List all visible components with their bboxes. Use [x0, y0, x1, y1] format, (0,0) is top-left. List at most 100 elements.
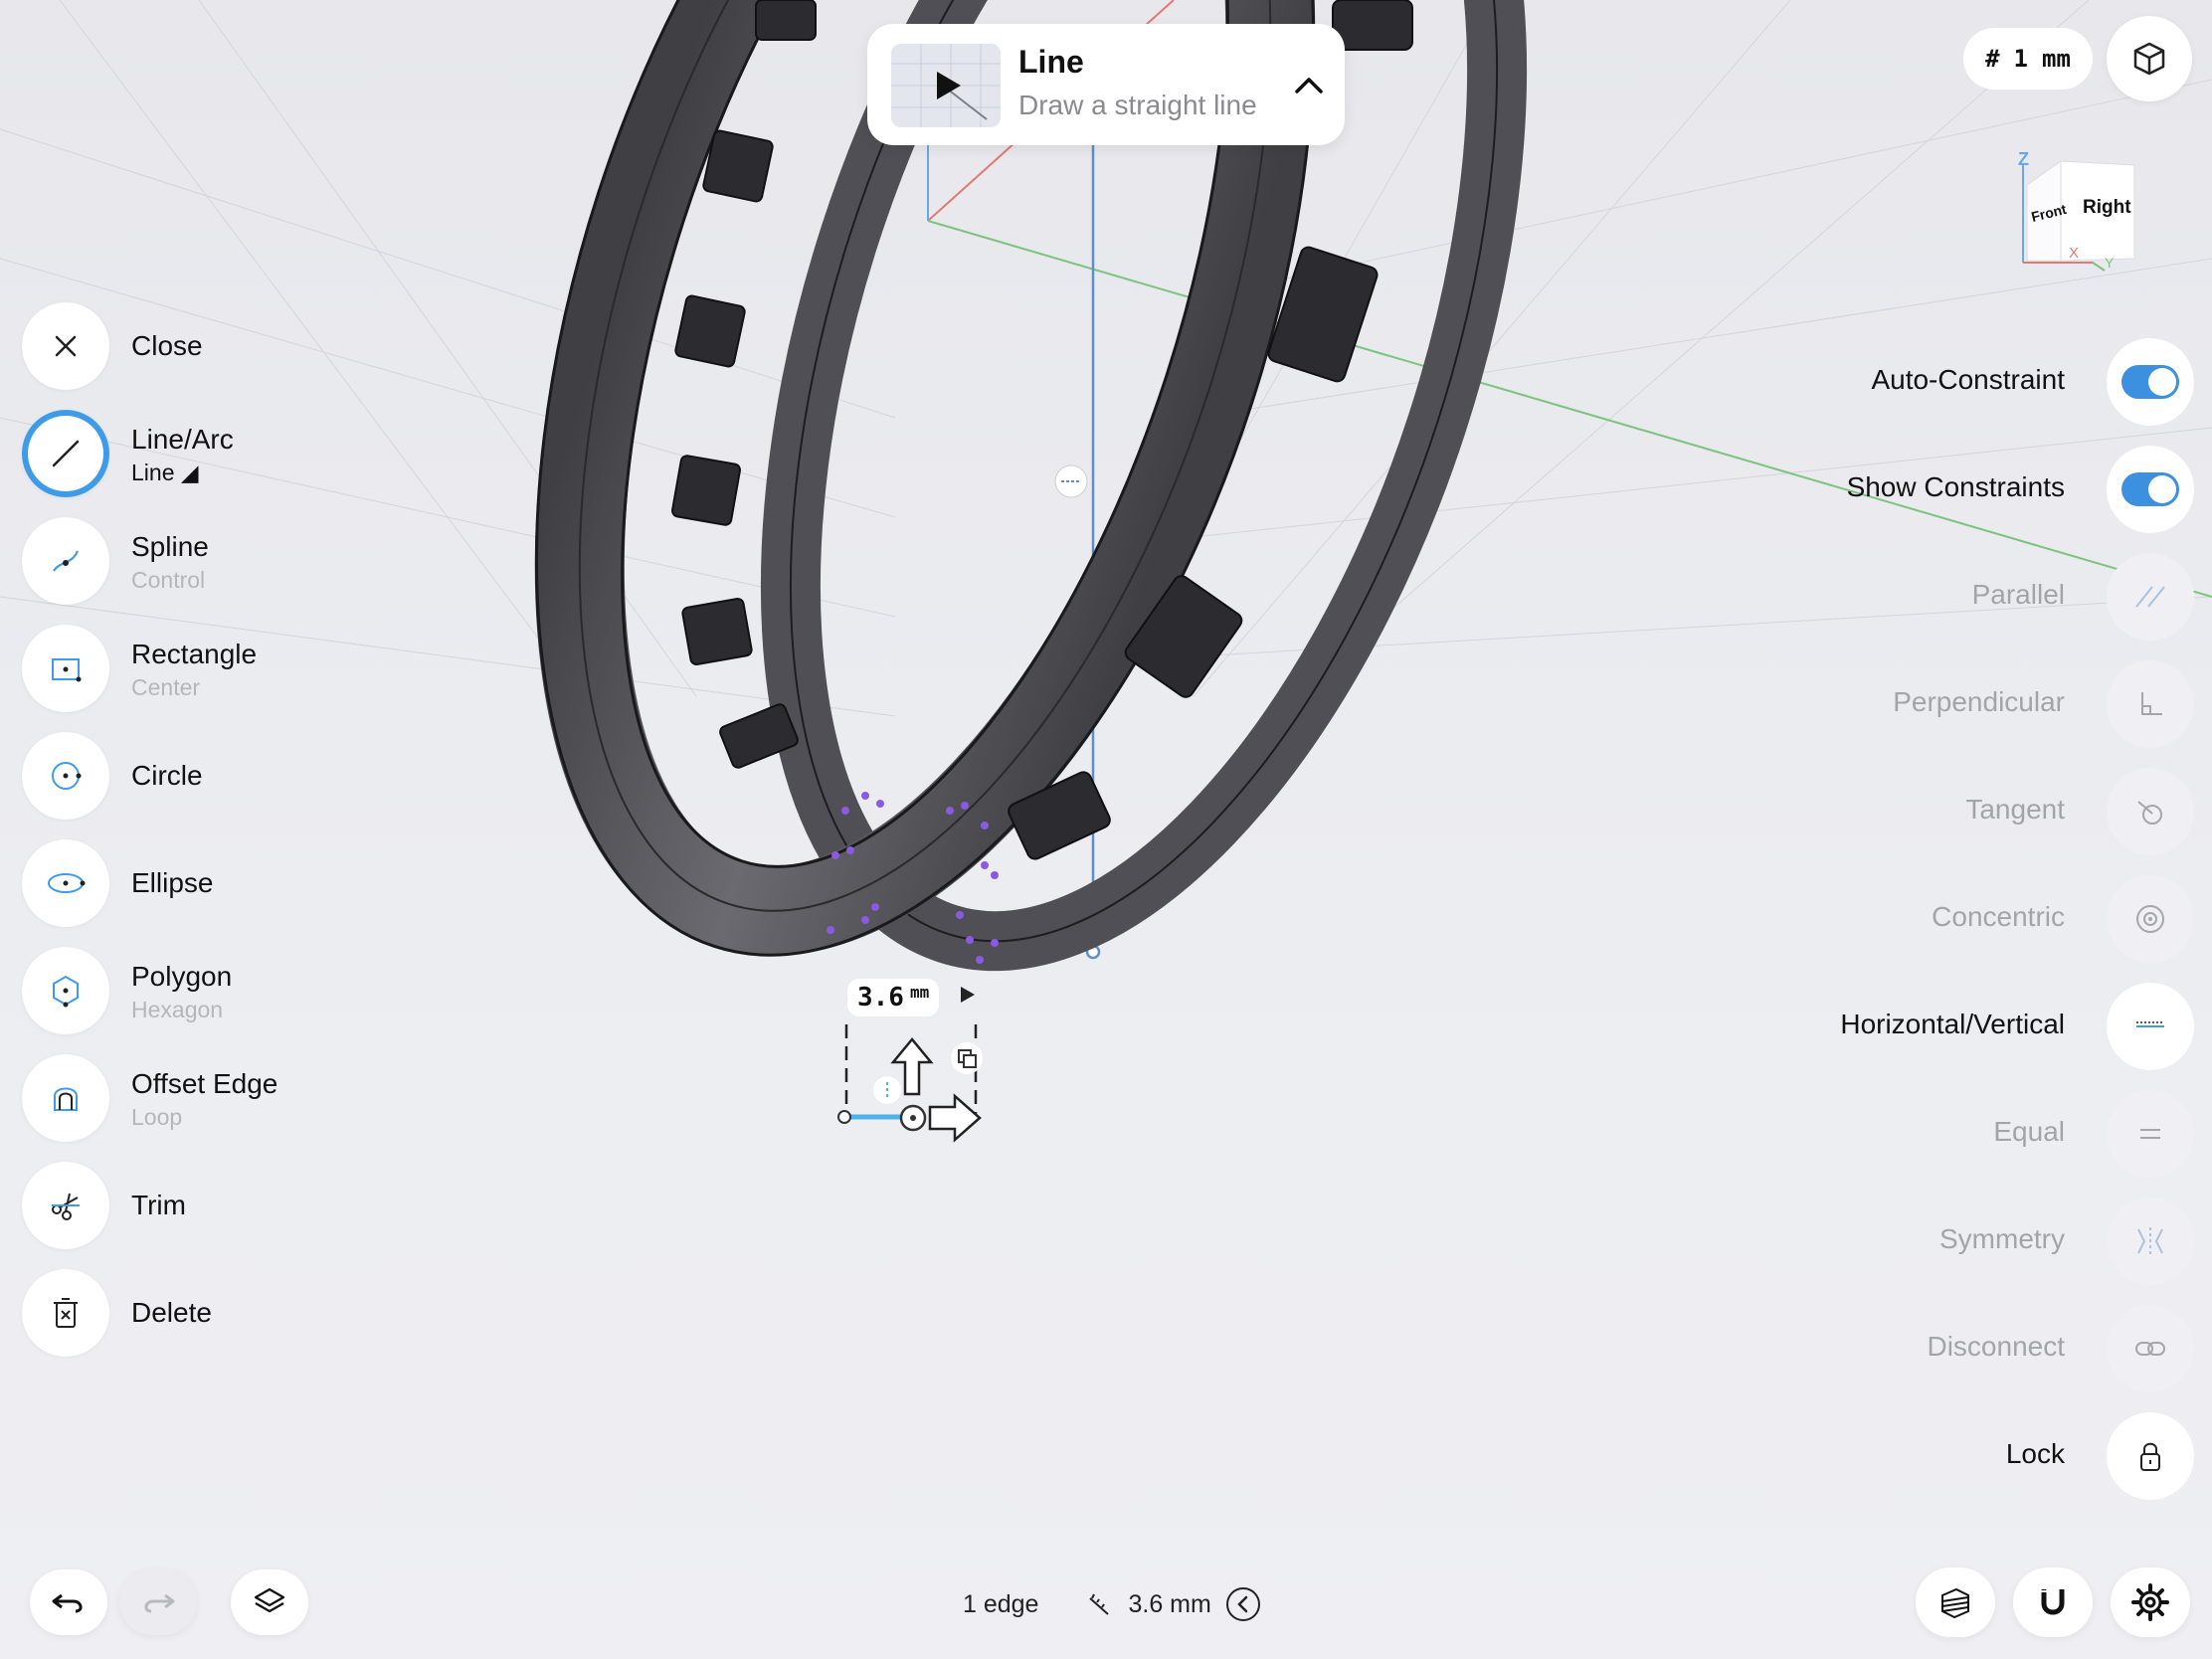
show-constraints-toggle-wrap[interactable]	[2107, 446, 2194, 533]
tool-close[interactable]: Close	[22, 302, 340, 392]
tool-delete-label: Delete	[131, 1297, 212, 1328]
constraint-show-constraints[interactable]: Show Constraints	[1637, 446, 2194, 533]
edge-length: 3.6 mm	[1128, 1589, 1211, 1618]
tool-rectangle-mode[interactable]: Center	[131, 674, 200, 701]
constraint-tangent[interactable]: Tangent	[1637, 768, 2194, 855]
constraint-concentric-label: Concentric	[1932, 901, 2065, 932]
auto-constraint-toggle-wrap[interactable]	[2107, 338, 2194, 426]
tool-trim[interactable]: Trim	[22, 1162, 340, 1251]
undo-button[interactable]	[30, 1569, 107, 1635]
constraint-parallel-label: Parallel	[1971, 579, 2065, 610]
offset-edge-icon[interactable]	[22, 1054, 109, 1142]
perpendicular-icon[interactable]	[2107, 660, 2194, 748]
constraint-tangent-label: Tangent	[1965, 794, 2065, 825]
constraint-lock[interactable]: Lock	[1637, 1412, 2194, 1500]
circle-icon[interactable]	[22, 732, 109, 820]
section-view-button[interactable]	[1916, 1567, 1995, 1637]
tool-ellipse[interactable]: Ellipse	[22, 839, 340, 929]
tool-delete[interactable]: Delete	[22, 1269, 340, 1359]
tool-line-arc[interactable]: Line/Arc Line ◢	[22, 410, 340, 499]
hexagon-icon[interactable]	[22, 947, 109, 1034]
dimension-unit: mm	[909, 983, 930, 1002]
symmetry-icon[interactable]	[2107, 1198, 2194, 1285]
tangent-icon[interactable]	[2107, 768, 2194, 855]
tool-trim-label: Trim	[131, 1190, 186, 1220]
tool-polygon[interactable]: Polygon Hexagon	[22, 947, 340, 1036]
tool-polygon-label: Polygon	[131, 961, 233, 992]
redo-button[interactable]	[119, 1569, 197, 1635]
tool-spline[interactable]: Spline Control	[22, 517, 340, 607]
layers-icon	[252, 1584, 287, 1620]
tool-line-arc-mode[interactable]: Line ◢	[131, 460, 199, 486]
constraint-horizontal-vertical-label: Horizontal/Vertical	[1840, 1009, 2065, 1039]
grid-unit: mm	[2042, 45, 2071, 73]
trash-icon[interactable]	[22, 1269, 109, 1357]
constraint-lock-label: Lock	[2005, 1438, 2065, 1469]
section-view-icon	[1936, 1583, 1974, 1621]
grid-size-button[interactable]: # 1 mm	[1963, 28, 2093, 90]
chevron-left-icon[interactable]	[1225, 1586, 1261, 1622]
constraint-disconnect-label: Disconnect	[1927, 1331, 2065, 1362]
axis-x-label: X	[2069, 245, 2080, 262]
constraint-auto-constraint[interactable]: Auto-Constraint	[1637, 338, 2194, 426]
tool-circle-label: Circle	[131, 760, 203, 791]
tool-close-label: Close	[131, 330, 203, 361]
magnet-icon	[2034, 1583, 2072, 1621]
constraint-equal[interactable]: Equal	[1637, 1090, 2194, 1178]
chevron-up-icon[interactable]	[1287, 64, 1331, 107]
tool-rectangle[interactable]: Rectangle Center	[22, 625, 340, 714]
tool-rectangle-label: Rectangle	[131, 639, 258, 669]
cube-icon	[2129, 39, 2169, 79]
close-icon[interactable]	[22, 302, 109, 390]
layers-button[interactable]	[231, 1569, 308, 1635]
constraint-auto-constraint-label: Auto-Constraint	[1871, 364, 2065, 395]
auto-constraint-toggle[interactable]	[2121, 365, 2179, 399]
link-icon[interactable]	[2107, 1305, 2194, 1392]
tool-spline-mode[interactable]: Control	[131, 567, 205, 594]
tool-preview-thumbnail[interactable]	[891, 44, 1001, 127]
lock-icon[interactable]	[2107, 1412, 2194, 1500]
parallel-icon[interactable]	[2107, 553, 2194, 641]
status-bar: 1 edge 3.6 mm	[963, 1587, 1261, 1621]
constraint-perpendicular[interactable]: Perpendicular	[1637, 660, 2194, 748]
tool-offset-edge[interactable]: Offset Edge Loop	[22, 1054, 340, 1144]
undo-icon	[50, 1587, 88, 1617]
tool-polygon-mode[interactable]: Hexagon	[131, 997, 223, 1023]
ellipse-icon[interactable]	[22, 839, 109, 927]
snap-button[interactable]	[2013, 1567, 2093, 1637]
constraint-perpendicular-label: Perpendicular	[1893, 686, 2065, 717]
tool-ellipse-label: Ellipse	[131, 867, 214, 898]
axis-y-label: Y	[2105, 255, 2115, 271]
horizontal-vertical-icon[interactable]	[2107, 983, 2194, 1070]
concentric-icon[interactable]	[2107, 875, 2194, 963]
constraint-horizontal-vertical[interactable]: Horizontal/Vertical	[1637, 983, 2194, 1070]
tool-circle[interactable]: Circle	[22, 732, 340, 822]
line-tool-icon[interactable]	[22, 410, 109, 497]
redo-icon	[139, 1587, 177, 1617]
gear-icon	[2130, 1582, 2170, 1622]
equal-icon[interactable]	[2107, 1090, 2194, 1178]
dimension-label[interactable]: 3.6 mm	[847, 979, 940, 1016]
tool-info-card[interactable]: Line Draw a straight line	[867, 24, 1345, 145]
show-constraints-toggle[interactable]	[2121, 472, 2179, 506]
ruler-icon	[1086, 1590, 1114, 1618]
constraint-concentric[interactable]: Concentric	[1637, 875, 2194, 963]
selection-count: 1 edge	[963, 1589, 1039, 1618]
dimension-value: 3.6	[857, 983, 904, 1013]
tool-subtitle: Draw a straight line	[1018, 90, 1257, 120]
spline-icon[interactable]	[22, 517, 109, 605]
grid-value: 1	[2013, 45, 2028, 73]
cube-right-label[interactable]: Right	[2083, 197, 2131, 219]
constraint-disconnect[interactable]: Disconnect	[1637, 1305, 2194, 1392]
constraint-show-constraints-label: Show Constraints	[1846, 471, 2065, 502]
rectangle-icon[interactable]	[22, 625, 109, 712]
orientation-cube[interactable]: Z Front Right X Y	[2005, 145, 2150, 275]
constraint-symmetry-label: Symmetry	[1939, 1223, 2065, 1254]
scissors-icon[interactable]	[22, 1162, 109, 1249]
settings-button[interactable]	[2111, 1567, 2190, 1637]
view-cube-button[interactable]	[2107, 16, 2192, 101]
constraint-symmetry[interactable]: Symmetry	[1637, 1198, 2194, 1285]
tool-offset-edge-mode[interactable]: Loop	[131, 1104, 182, 1131]
constraint-parallel[interactable]: Parallel	[1637, 553, 2194, 641]
tool-spline-label: Spline	[131, 531, 209, 562]
